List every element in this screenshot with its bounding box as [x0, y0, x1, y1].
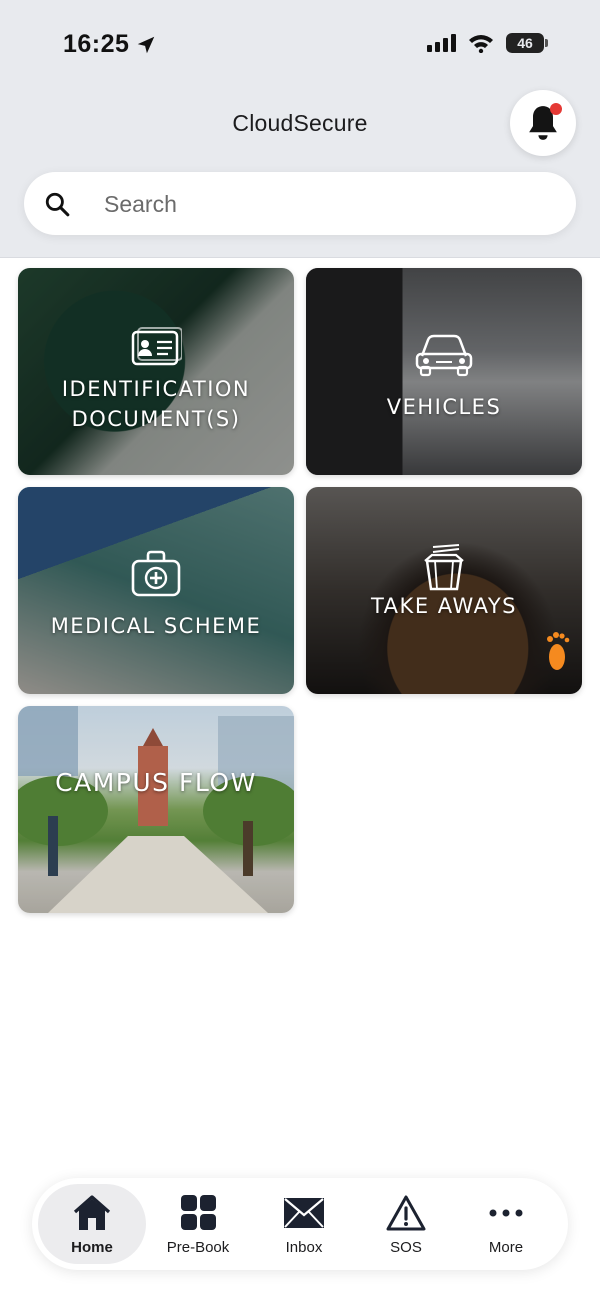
tile-label: VEHICLES: [386, 395, 502, 419]
campus-scene-illustration: [18, 706, 294, 913]
nav-more[interactable]: More: [452, 1184, 560, 1264]
tile-campus-flow[interactable]: CAMPUS FLOW: [18, 706, 294, 913]
tile-vehicles[interactable]: VEHICLES: [306, 268, 582, 475]
tile-identification-documents[interactable]: IDENTIFICATION DOCUMENT(S): [18, 268, 294, 475]
search-input[interactable]: [104, 184, 544, 224]
warning-icon: [386, 1195, 426, 1231]
footprint-icon: [547, 632, 570, 670]
envelope-icon: [284, 1198, 324, 1228]
home-icon: [73, 1195, 111, 1230]
takeaway-box-icon: [424, 544, 464, 591]
status-time: 16:25: [63, 30, 157, 59]
id-card-icon: [131, 327, 182, 366]
battery-icon: 46: [506, 33, 548, 53]
notification-badge: [550, 103, 562, 115]
status-time-text: 16:25: [63, 30, 130, 58]
tile-label: TAKE AWAYS: [370, 594, 517, 618]
status-bar: 16:25 46: [0, 0, 600, 90]
nav-label: Home: [71, 1239, 113, 1256]
wifi-icon: [468, 33, 494, 53]
tile-label: IDENTIFICATION DOCUMENT(S): [61, 377, 251, 431]
tile-label: MEDICAL SCHEME: [50, 614, 262, 638]
location-arrow-icon: [138, 36, 155, 53]
nav-inbox[interactable]: Inbox: [250, 1184, 358, 1264]
ellipsis-icon: [489, 1209, 523, 1217]
tile-label: CAMPUS FLOW: [55, 768, 257, 797]
grid-icon: [181, 1195, 216, 1230]
tile-medical-scheme[interactable]: MEDICAL SCHEME: [18, 487, 294, 694]
nav-label: More: [488, 1239, 524, 1256]
search-icon: [45, 192, 70, 217]
cellular-signal-icon: [427, 34, 456, 52]
nav-home[interactable]: Home: [38, 1184, 146, 1264]
search-bar[interactable]: [24, 172, 576, 235]
header-area: 16:25 46 CloudSecure Search: [0, 0, 600, 258]
nav-label: Inbox: [285, 1239, 323, 1256]
nav-label: SOS: [390, 1239, 422, 1256]
notifications-button[interactable]: [510, 90, 576, 156]
nav-pre-book[interactable]: Pre-Book: [144, 1184, 252, 1264]
nav-sos[interactable]: SOS: [352, 1184, 460, 1264]
battery-level: 46: [517, 35, 533, 51]
medical-kit-icon: [131, 550, 181, 597]
car-icon: [415, 334, 473, 377]
tile-take-aways[interactable]: TAKE AWAYS: [306, 487, 582, 694]
status-indicators: 46: [427, 33, 548, 53]
nav-label: Pre-Book: [166, 1239, 230, 1256]
bottom-navigation: Home Pre-Book Inbox SOS More: [32, 1178, 568, 1270]
